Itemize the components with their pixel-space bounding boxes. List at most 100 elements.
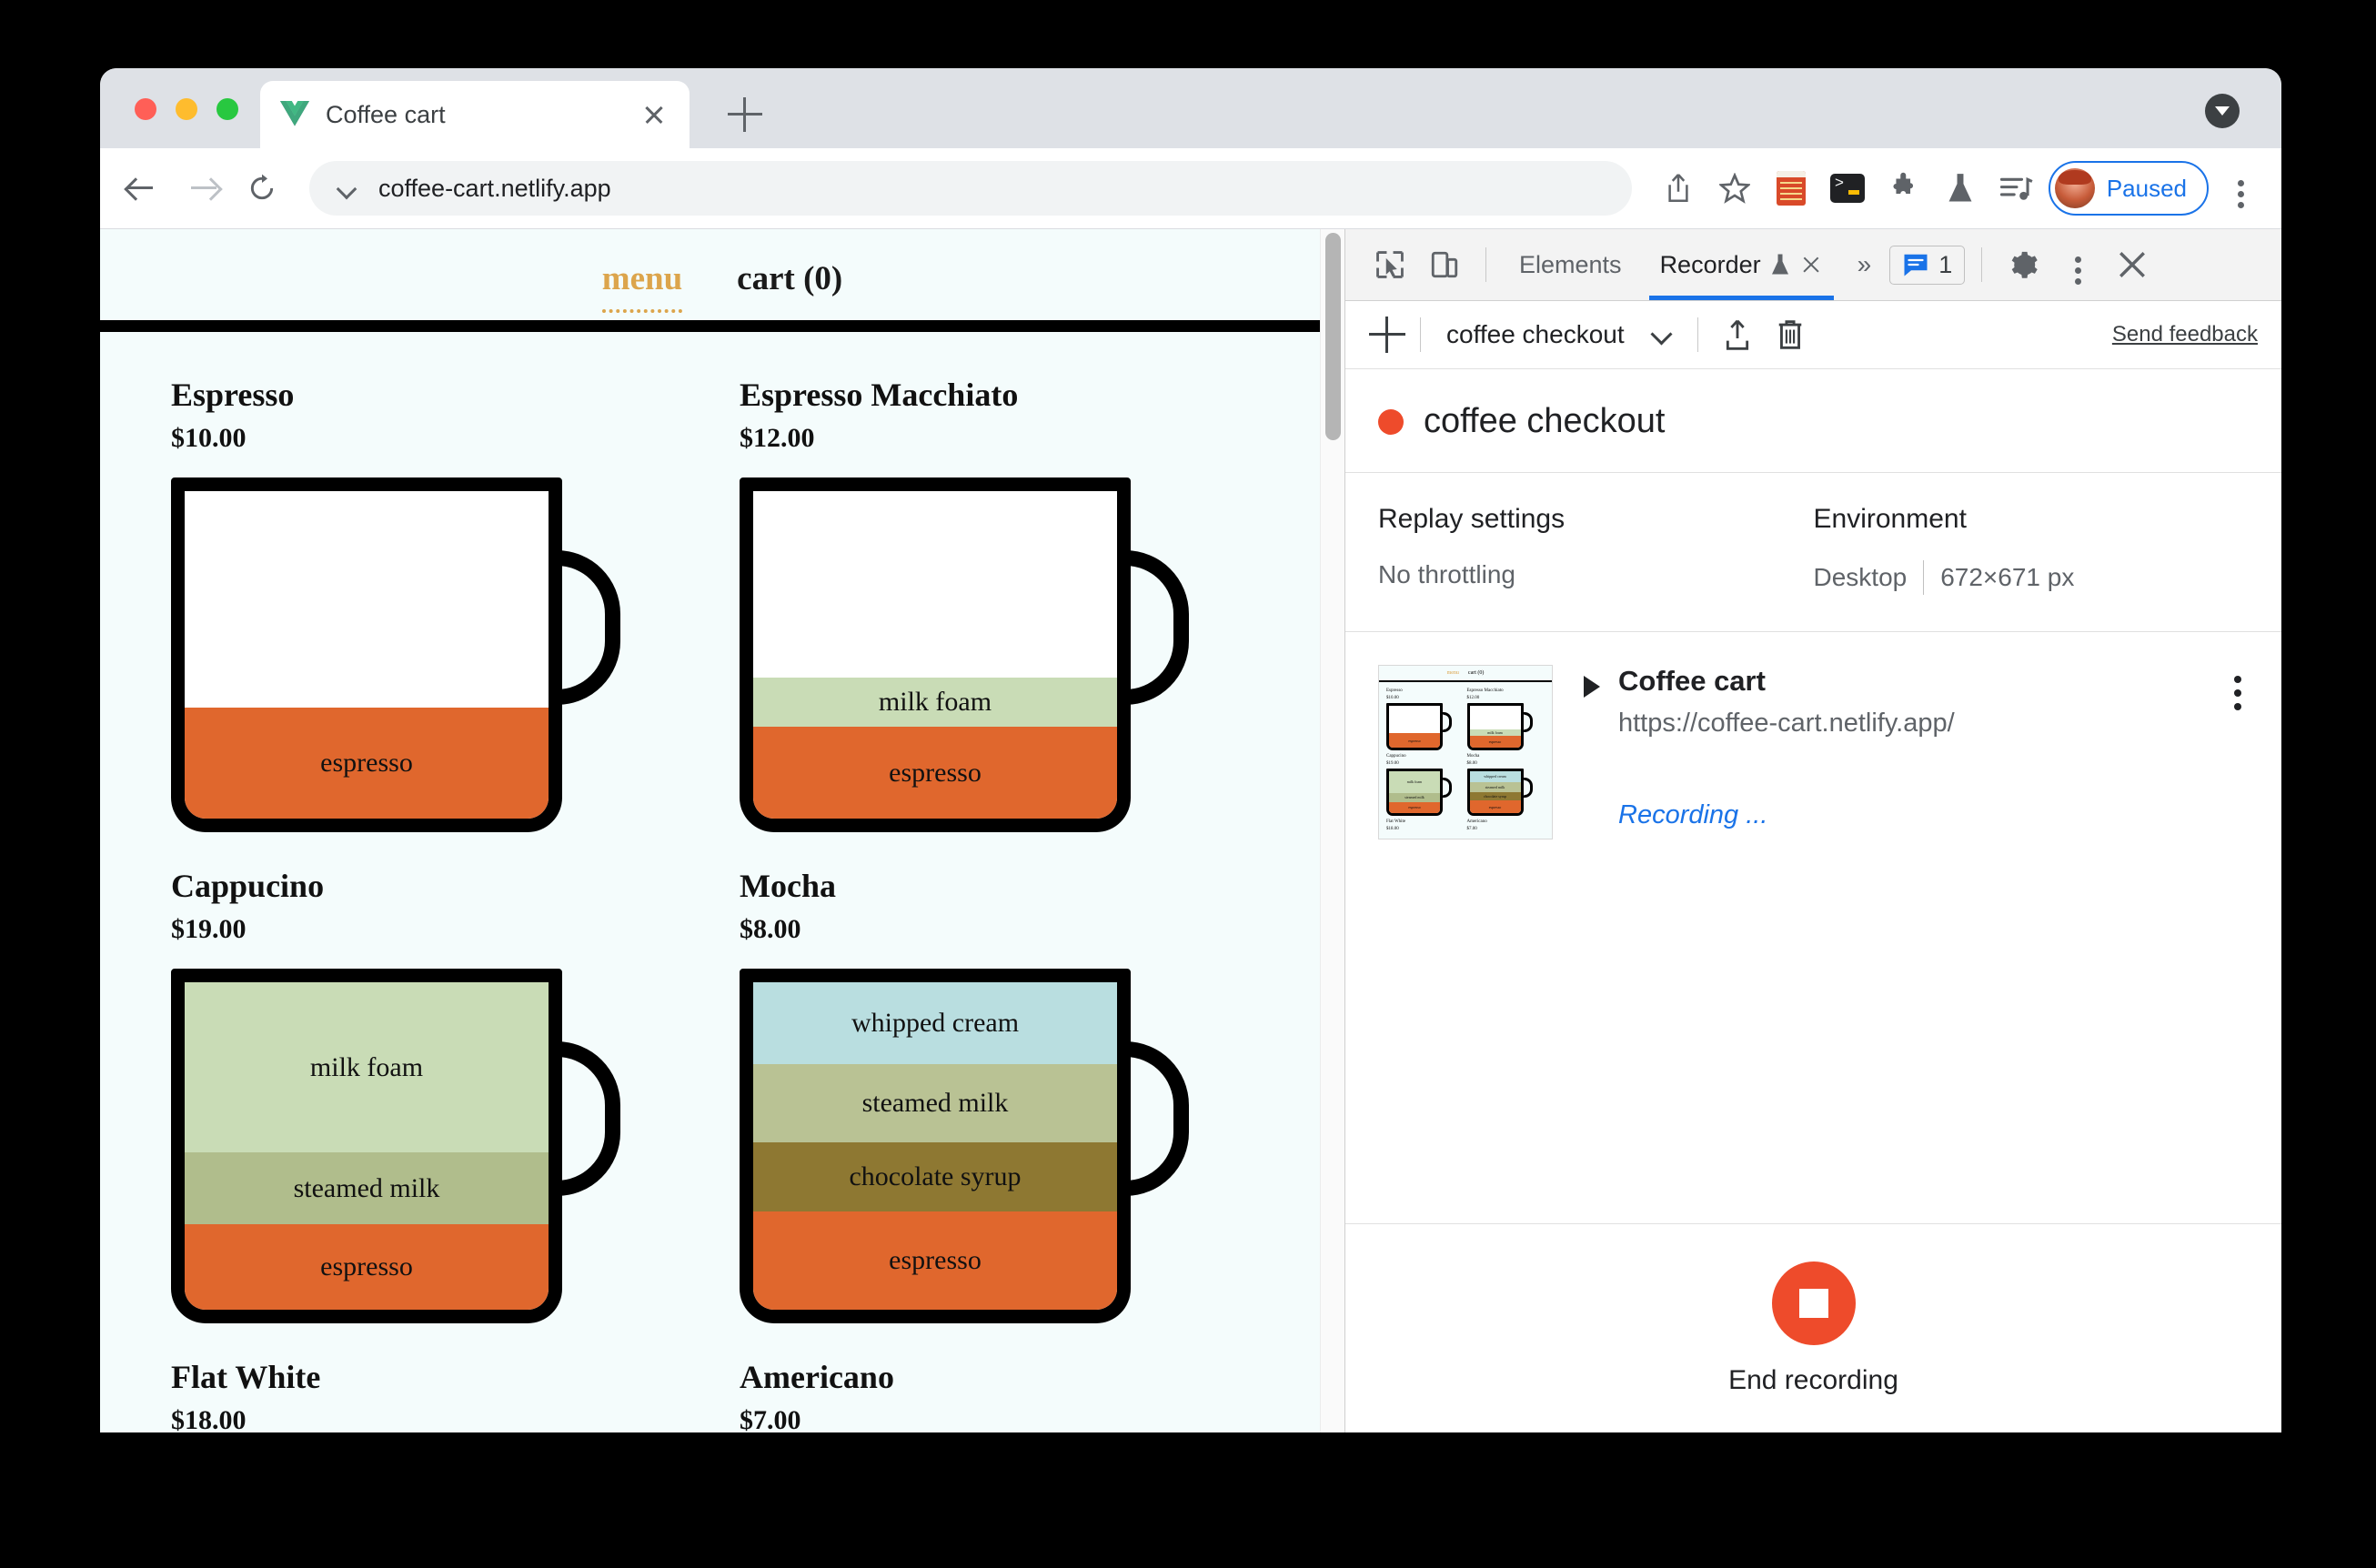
- export-recording-button[interactable]: [1713, 310, 1762, 359]
- tab-elements-label: Elements: [1519, 250, 1622, 278]
- replay-settings-value[interactable]: No throttling: [1378, 560, 1814, 589]
- cup-body: espresso: [171, 477, 562, 832]
- send-feedback-link[interactable]: Send feedback: [2112, 322, 2258, 347]
- close-icon[interactable]: [639, 99, 670, 130]
- nav-link-cart[interactable]: cart (0): [737, 259, 842, 298]
- coffee-item[interactable]: Mocha $8.00 whipped cream steamed milk choco…: [740, 867, 1308, 1323]
- recording-select[interactable]: coffee checkout: [1435, 320, 1683, 349]
- divider: [1981, 247, 1983, 282]
- trash-icon: [1778, 320, 1801, 349]
- divider: [1485, 247, 1486, 282]
- inspect-element-icon[interactable]: [1365, 240, 1415, 289]
- stop-square-icon: [1798, 1289, 1828, 1318]
- playlist-music-extension-icon[interactable]: [1992, 164, 2041, 213]
- avatar: [2054, 168, 2095, 208]
- recording-title: coffee checkout: [1424, 402, 1666, 440]
- thumbnail-item: Flat White $18.00: [1386, 819, 1406, 831]
- export-upload-icon: [1726, 319, 1748, 350]
- nav-divider: [100, 320, 1344, 332]
- step-details: Coffee cart https://coffee-cart.netlify.…: [1584, 665, 2249, 1223]
- coffee-item[interactable]: Flat White $18.00: [171, 1358, 740, 1432]
- flask-extension-icon[interactable]: [1936, 164, 1985, 213]
- forward-button[interactable]: [180, 165, 227, 212]
- window-controls: [135, 98, 238, 120]
- address-bar[interactable]: coffee-cart.netlify.app: [309, 161, 1632, 216]
- cup-layer: steamed milk: [753, 1064, 1117, 1143]
- coffee-price: $12.00: [740, 423, 815, 453]
- cup-body: whipped cream steamed milk chocolate syrup…: [740, 969, 1131, 1323]
- environment-viewport: 672×671 px: [1940, 563, 2075, 591]
- delete-recording-button[interactable]: [1766, 310, 1815, 359]
- devtools-menu-button[interactable]: [2053, 240, 2102, 289]
- coffee-item[interactable]: Espresso $10.00 espresso: [171, 376, 740, 832]
- minimize-window-button[interactable]: [176, 98, 197, 120]
- coffee-name: Mocha: [740, 868, 836, 904]
- replay-settings-label: Replay settings: [1378, 504, 1566, 534]
- page-nav: menu cart (0): [100, 229, 1344, 320]
- bookmark-manager-extension-icon[interactable]: [1767, 164, 1816, 213]
- page-scrollbar[interactable]: [1320, 229, 1344, 1432]
- close-devtools-button[interactable]: [2108, 240, 2157, 289]
- coffee-name: Flat White: [171, 1359, 321, 1395]
- toolbar-icon-group: Paused: [1654, 161, 2265, 216]
- tab-title: Coffee cart: [326, 100, 446, 128]
- coffee-cup[interactable]: espresso: [171, 477, 620, 832]
- puzzle-extension-icon[interactable]: [1879, 164, 1928, 213]
- coffee-cup[interactable]: whipped cream steamed milk chocolate syrup…: [740, 969, 1189, 1323]
- flask-icon: [1771, 254, 1788, 275]
- browser-toolbar: coffee-cart.netlify.app > Paused: [100, 148, 2281, 229]
- end-recording-label: End recording: [1728, 1365, 1898, 1395]
- tab-strip: Coffee cart: [100, 68, 2281, 148]
- step-header[interactable]: Coffee cart: [1584, 665, 2249, 698]
- cup-body: milk foam espresso: [740, 477, 1131, 832]
- divider: [1420, 317, 1421, 352]
- tab-elements[interactable]: Elements: [1503, 229, 1638, 300]
- reload-button[interactable]: [238, 165, 286, 212]
- end-recording-button[interactable]: [1771, 1261, 1856, 1345]
- device-toolbar-icon[interactable]: [1420, 240, 1469, 289]
- close-window-button[interactable]: [135, 98, 156, 120]
- page-viewport: menu cart (0) Espresso $10.00 espresso Espr…: [100, 229, 1344, 1432]
- coffee-name: Espresso: [171, 377, 295, 413]
- coffee-item[interactable]: Cappucino $19.00 milk foam steamed milk espr…: [171, 867, 740, 1323]
- new-tab-button[interactable]: [728, 97, 762, 132]
- cup-layer: espresso: [753, 727, 1117, 819]
- cup-layer: whipped cream: [753, 982, 1117, 1064]
- page-scrollbar-thumb[interactable]: [1325, 233, 1341, 440]
- cup-layer: espresso: [185, 707, 549, 819]
- page-thumbnail-icon: menu cart (0) Espresso $10.00 espresso Espre…: [1378, 665, 1553, 839]
- coffee-price: $19.00: [171, 914, 247, 944]
- chevron-down-circle-icon[interactable]: [2205, 94, 2240, 128]
- triangle-right-icon[interactable]: [1584, 676, 1600, 698]
- close-icon: [2119, 252, 2146, 277]
- recording-settings: Replay settings No throttling Environmen…: [1345, 473, 2281, 632]
- gear-icon[interactable]: [1998, 240, 2048, 289]
- thumbnail-item: Espresso Macchiato $12.00 milk foam espress…: [1466, 688, 1545, 750]
- star-icon[interactable]: [1710, 164, 1759, 213]
- nav-link-menu[interactable]: menu: [601, 259, 683, 313]
- url-text: coffee-cart.netlify.app: [378, 174, 611, 202]
- screen: Coffee cart coffee-cart.netlify.app > Pa…: [0, 0, 2376, 1568]
- environment-device: Desktop: [1813, 563, 1908, 591]
- close-icon[interactable]: [1799, 253, 1823, 276]
- add-recording-button[interactable]: [1369, 317, 1405, 353]
- cup-layer: steamed milk: [185, 1152, 549, 1225]
- step-menu-button[interactable]: [2234, 676, 2241, 683]
- share-icon[interactable]: [1654, 164, 1703, 213]
- browser-menu-button[interactable]: [2216, 164, 2265, 213]
- console-badge[interactable]: 1: [1889, 245, 1966, 285]
- coffee-item[interactable]: Americano $7.00: [740, 1358, 1308, 1432]
- coffee-cup[interactable]: milk foam espresso: [740, 477, 1189, 832]
- back-button[interactable]: [116, 165, 164, 212]
- maximize-window-button[interactable]: [216, 98, 238, 120]
- coffee-name: Americano: [740, 1359, 894, 1395]
- browser-tab[interactable]: Coffee cart: [260, 81, 690, 148]
- coffee-cup[interactable]: milk foam steamed milk espresso: [171, 969, 620, 1323]
- profile-button[interactable]: Paused: [2048, 161, 2209, 216]
- recording-steps: menu cart (0) Espresso $10.00 espresso Espre…: [1345, 632, 2281, 1224]
- environment-label: Environment: [1813, 504, 1967, 534]
- tab-recorder[interactable]: Recorder: [1644, 229, 1839, 300]
- chevron-double-right-icon[interactable]: »: [1845, 250, 1885, 279]
- coffee-item[interactable]: Espresso Macchiato $12.00 milk foam espress…: [740, 376, 1308, 832]
- terminal-extension-icon[interactable]: [1823, 164, 1872, 213]
